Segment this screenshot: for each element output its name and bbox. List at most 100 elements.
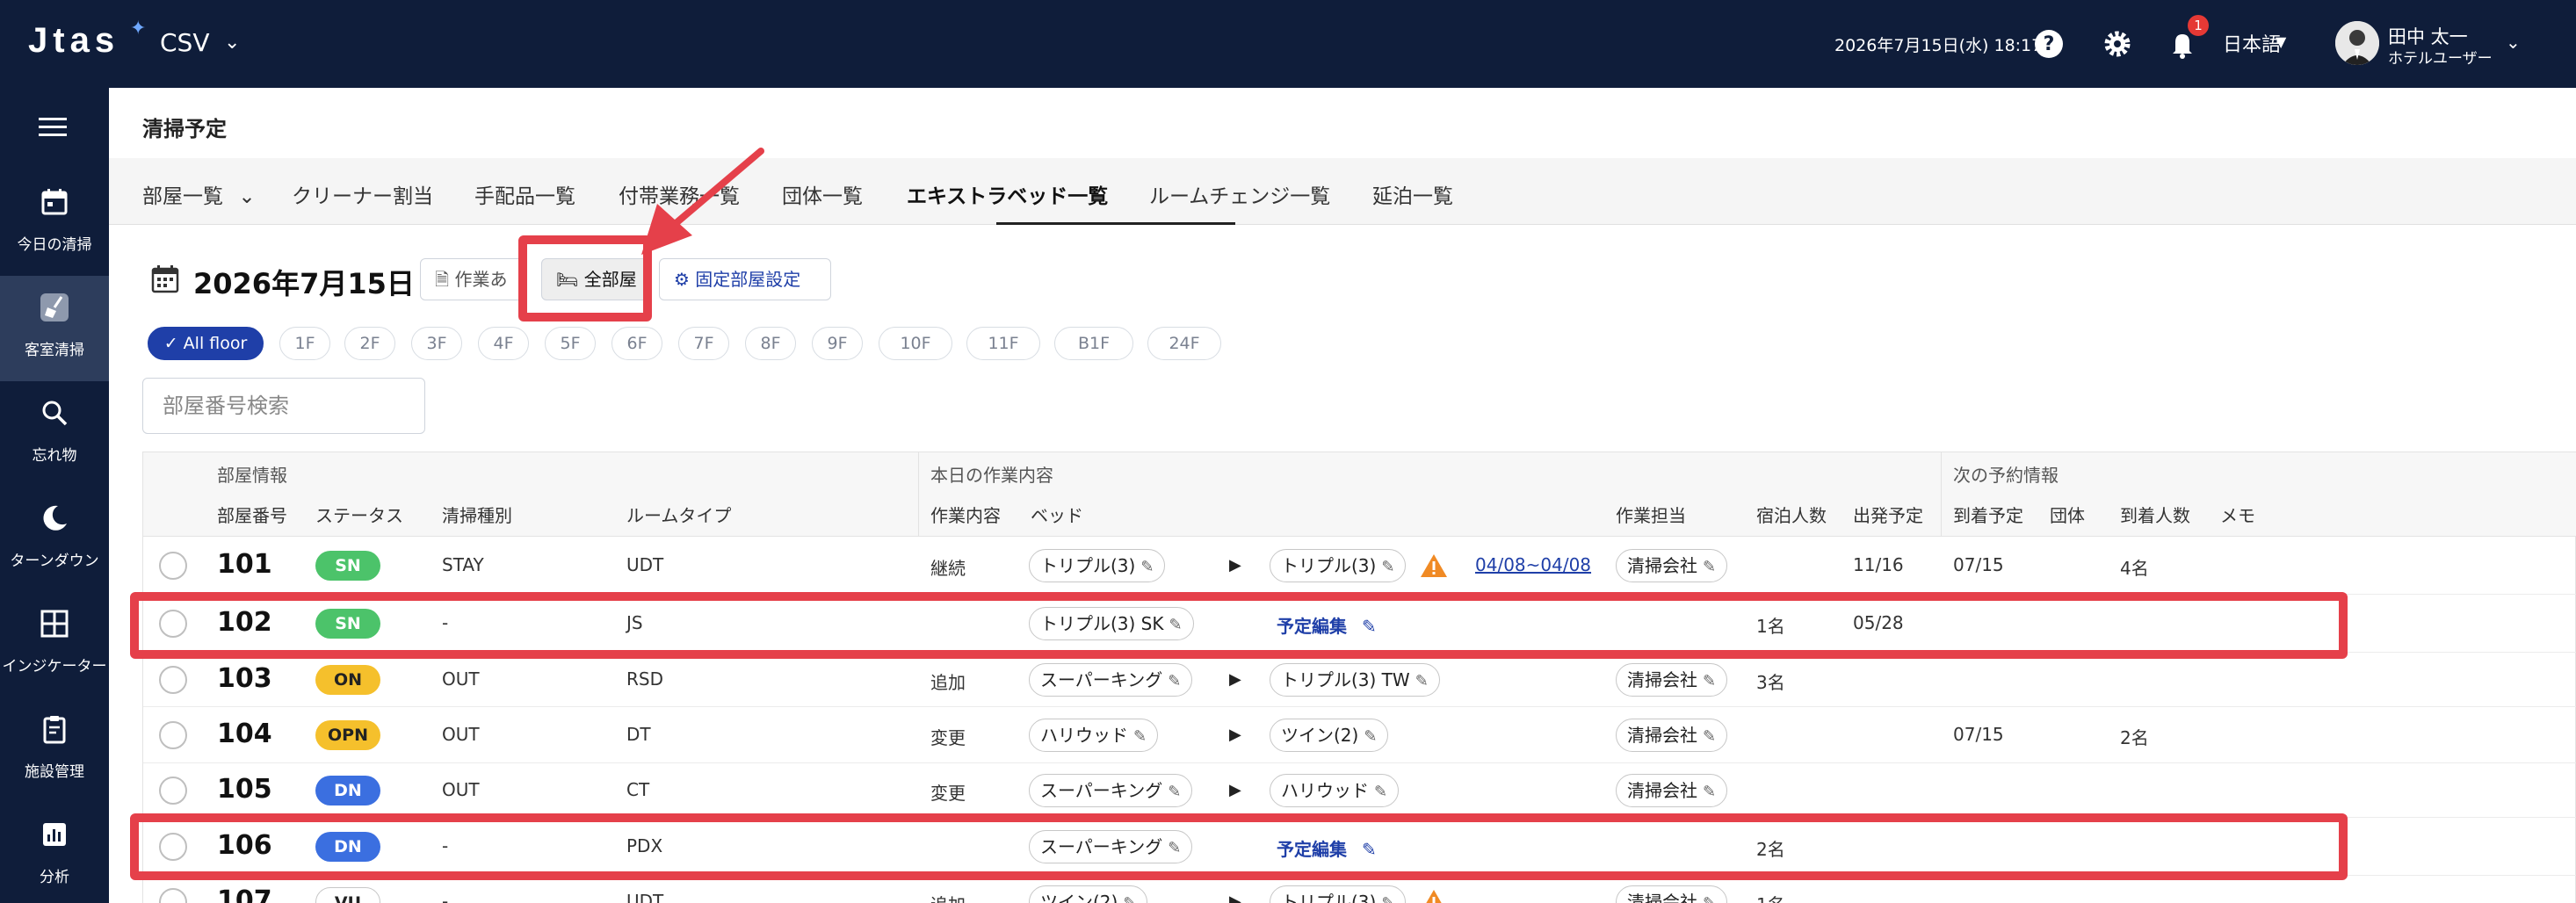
floor-chip-all[interactable]: ✓ All floor (148, 327, 264, 360)
column-header[interactable]: 団体 (2050, 502, 2085, 527)
pencil-icon[interactable]: ✎ (1364, 721, 1377, 753)
staff-chip[interactable]: 清掃会社✎ (1616, 719, 1728, 753)
sidebar-item-turndown[interactable]: ターンダウン (0, 487, 109, 592)
staff-chip[interactable]: 清掃会社✎ (1616, 549, 1728, 583)
room-number[interactable]: 101 (217, 549, 272, 580)
room-number[interactable]: 105 (217, 774, 272, 805)
pencil-icon[interactable]: ✎ (1703, 721, 1716, 753)
pencil-icon[interactable]: ✎ (1703, 552, 1716, 583)
status-badge[interactable]: OPN (315, 720, 380, 750)
row-check-icon[interactable] (159, 721, 187, 749)
column-header[interactable]: メモ (2220, 502, 2255, 527)
pencil-icon[interactable]: ✎ (1703, 888, 1716, 903)
floor-chip[interactable]: 24F (1147, 327, 1221, 360)
room-number[interactable]: 107 (217, 885, 272, 903)
floor-chip[interactable]: 11F (966, 327, 1040, 360)
status-badge[interactable]: DN (315, 776, 380, 805)
staff-chip[interactable]: 清掃会社✎ (1616, 663, 1728, 697)
floor-chip[interactable]: 4F (478, 327, 529, 360)
sidebar-item-indicator[interactable]: インジケーター (0, 592, 109, 697)
current-datetime: 2026年7月15日(水) 18:17 (1834, 36, 2043, 55)
sidebar-item-room-cleaning[interactable]: 客室清掃 (0, 276, 109, 381)
pencil-icon[interactable]: ✎ (1168, 666, 1181, 697)
bed-from-chip[interactable]: トリプル(3) ✎ (1029, 549, 1166, 583)
row-check-icon[interactable] (159, 888, 187, 903)
room-type: RSD (626, 668, 663, 690)
pencil-icon[interactable]: ✎ (1703, 666, 1716, 697)
floor-chip[interactable]: 3F (411, 327, 462, 360)
floor-chip[interactable]: 9F (812, 327, 863, 360)
help-icon[interactable]: ? (2031, 26, 2066, 61)
column-header[interactable]: 作業内容 (930, 502, 1001, 527)
room-number[interactable]: 104 (217, 719, 272, 749)
bed-from-chip[interactable]: スーパーキング ✎ (1029, 663, 1193, 697)
bed-to-chip[interactable]: トリプル(3) TW ✎ (1270, 663, 1440, 697)
tab-extended-stay[interactable]: 延泊一覧 (1372, 179, 1453, 209)
room-number[interactable]: 103 (217, 663, 272, 694)
column-header[interactable]: 清掃種別 (442, 502, 512, 527)
floor-chip[interactable]: 7F (678, 327, 729, 360)
table-row[interactable]: 101 SN STAY UDT 継続 トリプル(3) ✎ ▶ トリプル(3) ✎ 0… (143, 537, 2576, 595)
pencil-icon[interactable]: ✎ (1703, 777, 1716, 808)
room-number-search-input[interactable] (142, 378, 425, 434)
column-header[interactable]: 部屋番号 (217, 502, 287, 527)
avatar[interactable] (2335, 21, 2379, 65)
pencil-icon[interactable]: ✎ (1123, 888, 1136, 903)
pencil-icon[interactable]: ✎ (1133, 721, 1147, 753)
bed-to-chip[interactable]: トリプル(3)✎ (1270, 549, 1407, 583)
tab-groups[interactable]: 団体一覧 (782, 179, 863, 209)
floor-chip[interactable]: B1F (1054, 327, 1133, 360)
floor-chip[interactable]: 8F (745, 327, 796, 360)
sidebar-item-analytics[interactable]: 分析 (0, 803, 109, 903)
pencil-icon[interactable]: ✎ (1381, 888, 1394, 903)
column-header[interactable]: 到着予定 (1953, 502, 2023, 527)
bed-to-chip[interactable]: ハリウッド ✎ (1270, 774, 1400, 808)
column-divider (1941, 452, 1942, 537)
floor-chip[interactable]: 6F (611, 327, 662, 360)
staff-chip[interactable]: 清掃会社✎ (1616, 885, 1728, 903)
sidebar-item-facility[interactable]: 施設管理 (0, 697, 109, 803)
column-header[interactable]: 出発予定 (1853, 502, 1923, 527)
floor-chip[interactable]: 2F (344, 327, 395, 360)
status-badge[interactable]: VU (315, 887, 380, 903)
caret-down-icon[interactable]: ▼ (2276, 33, 2286, 50)
column-header[interactable]: 作業担当 (1616, 502, 1686, 527)
tab-room-change[interactable]: ルームチェンジ一覧 (1149, 179, 1330, 209)
table-row[interactable]: 103 ON OUT RSD 追加 スーパーキング ✎ ▶ トリプル(3) TW ✎… (143, 653, 2576, 707)
pencil-icon[interactable]: ✎ (1374, 777, 1387, 808)
bed-from-chip[interactable]: ツイン(2)✎ (1029, 885, 1148, 903)
table-row[interactable]: 104 OPN OUT DT 変更 ハリウッド ✎ ▶ ツイン(2) ✎ 清掃会社 ✎… (143, 707, 2576, 763)
bed-from-chip[interactable]: ハリウッド ✎ (1029, 719, 1159, 753)
row-check-icon[interactable] (159, 552, 187, 580)
bed-to-chip[interactable]: トリプル(3)✎ (1270, 885, 1407, 903)
play-arrow-icon: ▶ (1229, 892, 1241, 903)
column-header[interactable]: ベッド (1031, 502, 1083, 527)
tab-extra-beds[interactable]: エキストラベッド一覧 (907, 179, 1108, 209)
table-row[interactable]: 105 DN OUT CT 変更 スーパーキング ✎ ▶ ハリウッド ✎ 清掃会社 ✎ (143, 763, 2576, 818)
pencil-icon[interactable]: ✎ (1381, 552, 1394, 583)
column-header[interactable]: ステータス (315, 502, 403, 527)
guest-count: 1名 (1756, 891, 1785, 903)
sidebar-item-lost-items[interactable]: 忘れ物 (0, 381, 109, 487)
bed-from-chip[interactable]: スーパーキング ✎ (1029, 774, 1193, 808)
date-range-link[interactable]: 04/08~04/08 (1475, 554, 1591, 575)
pencil-icon[interactable]: ✎ (1415, 666, 1429, 697)
floor-chip[interactable]: 5F (545, 327, 596, 360)
column-header[interactable]: 宿泊人数 (1756, 502, 1827, 527)
column-header[interactable]: ルームタイプ (626, 502, 731, 527)
chevron-down-icon[interactable]: ⌄ (2506, 32, 2521, 53)
column-header[interactable]: 到着人数 (2120, 502, 2190, 527)
row-check-icon[interactable] (159, 777, 187, 805)
pencil-icon[interactable]: ✎ (1168, 777, 1181, 808)
floor-chip[interactable]: 10F (879, 327, 952, 360)
status-badge[interactable]: SN (315, 551, 380, 581)
pencil-icon[interactable]: ✎ (1140, 552, 1154, 583)
language-selector[interactable]: 日本語 (2223, 29, 2281, 57)
bed-to-chip[interactable]: ツイン(2) ✎ (1270, 719, 1389, 753)
floor-chip[interactable]: 1F (279, 327, 330, 360)
status-badge[interactable]: ON (315, 665, 380, 695)
gear-icon[interactable] (2100, 26, 2135, 61)
staff-chip[interactable]: 清掃会社✎ (1616, 774, 1728, 808)
row-check-icon[interactable] (159, 666, 187, 694)
room-type: UDT (626, 554, 664, 575)
